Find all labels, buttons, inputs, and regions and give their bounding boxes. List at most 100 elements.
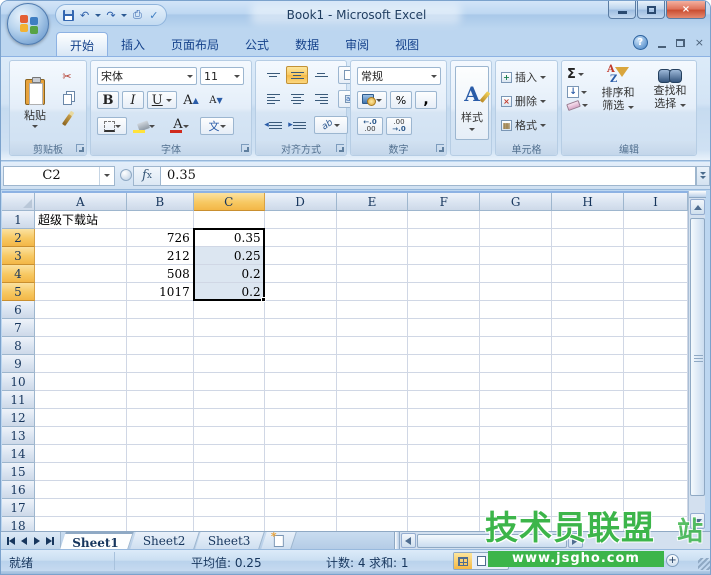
cell-B12[interactable] (127, 409, 194, 427)
cell-D7[interactable] (265, 319, 337, 337)
cell-E16[interactable] (337, 481, 409, 499)
cell-G16[interactable] (480, 481, 552, 499)
fill-color-button[interactable] (130, 117, 162, 135)
spelling-icon[interactable]: ✓ (148, 8, 160, 22)
first-sheet-button[interactable] (6, 536, 16, 546)
cell-G10[interactable] (480, 373, 552, 391)
cell-C18[interactable] (194, 517, 265, 531)
cell-H7[interactable] (552, 319, 624, 337)
cell-F17[interactable] (408, 499, 480, 517)
cell-E1[interactable] (337, 211, 409, 229)
scroll-down-button[interactable] (690, 513, 705, 529)
sheet-tab-Sheet3[interactable]: Sheet3 (195, 532, 264, 549)
align-center-button[interactable] (286, 90, 308, 108)
cell-A5[interactable] (35, 283, 127, 301)
row-header-3[interactable]: 3 (2, 247, 35, 265)
cell-C14[interactable] (194, 445, 265, 463)
row-header-17[interactable]: 17 (2, 499, 35, 517)
cell-G18[interactable] (480, 517, 552, 531)
cell-H17[interactable] (552, 499, 624, 517)
sort-filter-button[interactable]: AZ 排序和筛选 (592, 65, 644, 141)
cell-A6[interactable] (35, 301, 127, 319)
print-preview-icon[interactable]: ⎙ (131, 8, 143, 22)
cell-H3[interactable] (552, 247, 624, 265)
cell-B14[interactable] (127, 445, 194, 463)
cell-G17[interactable] (480, 499, 552, 517)
cell-B7[interactable] (127, 319, 194, 337)
cell-B9[interactable] (127, 355, 194, 373)
expand-formula-bar-button[interactable] (696, 166, 710, 186)
cell-G2[interactable] (480, 229, 552, 247)
cell-D4[interactable] (265, 265, 337, 283)
row-header-5[interactable]: 5 (2, 283, 35, 301)
cell-A14[interactable] (35, 445, 127, 463)
cell-I15[interactable] (624, 463, 688, 481)
page-break-view-button[interactable] (490, 553, 508, 569)
select-all-corner[interactable] (2, 193, 35, 211)
cell-H1[interactable] (552, 211, 624, 229)
insert-cells-button[interactable]: +插入 (501, 69, 546, 85)
cell-A12[interactable] (35, 409, 127, 427)
cell-E5[interactable] (337, 283, 409, 301)
cell-F5[interactable] (408, 283, 480, 301)
font-dialog-launcher[interactable] (241, 144, 249, 152)
delete-cells-button[interactable]: ×删除 (501, 93, 546, 109)
horizontal-scroll-thumb[interactable] (417, 534, 567, 548)
vertical-scrollbar[interactable] (688, 191, 705, 531)
scroll-left-button[interactable] (401, 533, 416, 548)
fill-button[interactable]: ↓ (567, 86, 588, 98)
row-header-8[interactable]: 8 (2, 337, 35, 355)
cell-G15[interactable] (480, 463, 552, 481)
align-middle-button[interactable] (286, 66, 308, 84)
cell-G6[interactable] (480, 301, 552, 319)
clear-button[interactable] (567, 102, 588, 109)
cell-D12[interactable] (265, 409, 337, 427)
cell-A13[interactable] (35, 427, 127, 445)
cell-G1[interactable] (480, 211, 552, 229)
cell-B11[interactable] (127, 391, 194, 409)
page-layout-view-button[interactable] (472, 553, 490, 569)
column-header-B[interactable]: B (127, 193, 194, 211)
cell-I13[interactable] (624, 427, 688, 445)
cell-E17[interactable] (337, 499, 409, 517)
cell-G4[interactable] (480, 265, 552, 283)
cell-E2[interactable] (337, 229, 409, 247)
cell-F13[interactable] (408, 427, 480, 445)
cell-A2[interactable] (35, 229, 127, 247)
cell-I10[interactable] (624, 373, 688, 391)
cell-C11[interactable] (194, 391, 265, 409)
cell-H8[interactable] (552, 337, 624, 355)
cell-E7[interactable] (337, 319, 409, 337)
undo-icon[interactable]: ↶ (78, 8, 90, 22)
insert-worksheet-tab[interactable] (261, 532, 297, 549)
row-header-14[interactable]: 14 (2, 445, 35, 463)
column-header-A[interactable]: A (35, 193, 127, 211)
increase-indent-button[interactable]: ▸ (286, 116, 308, 134)
cell-G8[interactable] (480, 337, 552, 355)
cell-F8[interactable] (408, 337, 480, 355)
borders-button[interactable] (97, 117, 127, 135)
cell-D8[interactable] (265, 337, 337, 355)
paste-button[interactable]: 粘贴 (18, 67, 52, 139)
cell-B6[interactable] (127, 301, 194, 319)
clipboard-dialog-launcher[interactable] (76, 144, 84, 152)
cell-G12[interactable] (480, 409, 552, 427)
cell-I11[interactable] (624, 391, 688, 409)
ribbon-tab-开始[interactable]: 开始 (56, 32, 108, 56)
cell-E15[interactable] (337, 463, 409, 481)
name-box-dropdown-icon[interactable] (99, 167, 114, 185)
row-header-2[interactable]: 2 (2, 229, 35, 247)
cell-F3[interactable] (408, 247, 480, 265)
cell-F4[interactable] (408, 265, 480, 283)
cell-E18[interactable] (337, 517, 409, 531)
sheet-tab-Sheet1[interactable]: Sheet1 (60, 532, 133, 549)
cell-B10[interactable] (127, 373, 194, 391)
undo-dropdown-icon[interactable] (95, 14, 101, 17)
cell-D10[interactable] (265, 373, 337, 391)
cell-C9[interactable] (194, 355, 265, 373)
copy-button[interactable] (56, 89, 78, 107)
find-select-button[interactable]: 查找和选择 (644, 65, 696, 141)
vertical-split-handle[interactable] (689, 191, 706, 198)
insert-function-button[interactable]: fx (133, 166, 161, 186)
cell-F9[interactable] (408, 355, 480, 373)
